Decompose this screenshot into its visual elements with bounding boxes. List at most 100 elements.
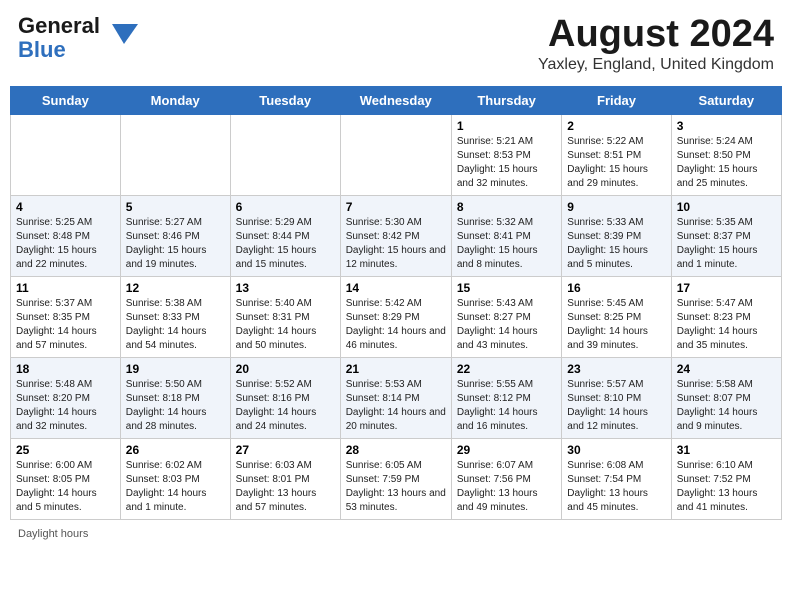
day-info: Sunrise: 6:10 AMSunset: 7:52 PMDaylight:… [677,459,776,515]
table-row: 26 Sunrise: 6:02 AMSunset: 8:03 PMDaylig… [120,438,230,519]
table-row [11,114,121,195]
day-number: 16 [567,281,665,295]
logo-blue-text: Blue [18,37,66,62]
col-monday: Monday [120,86,230,114]
day-info: Sunrise: 6:00 AMSunset: 8:05 PMDaylight:… [16,459,115,515]
table-row: 18 Sunrise: 5:48 AMSunset: 8:20 PMDaylig… [11,357,121,438]
day-info: Sunrise: 5:52 AMSunset: 8:16 PMDaylight:… [236,378,335,434]
table-row: 15 Sunrise: 5:43 AMSunset: 8:27 PMDaylig… [451,276,561,357]
calendar-week-row: 1 Sunrise: 5:21 AMSunset: 8:53 PMDayligh… [11,114,782,195]
day-info: Sunrise: 5:40 AMSunset: 8:31 PMDaylight:… [236,297,335,353]
calendar-week-row: 25 Sunrise: 6:00 AMSunset: 8:05 PMDaylig… [11,438,782,519]
daylight-label: Daylight hours [18,528,88,540]
page-container: General Blue August 2024 Yaxley, England… [10,10,782,540]
table-row: 10 Sunrise: 5:35 AMSunset: 8:37 PMDaylig… [671,195,781,276]
table-row: 7 Sunrise: 5:30 AMSunset: 8:42 PMDayligh… [340,195,451,276]
day-number: 9 [567,200,665,214]
logo: General Blue [18,14,138,62]
day-info: Sunrise: 5:38 AMSunset: 8:33 PMDaylight:… [126,297,225,353]
calendar-table: Sunday Monday Tuesday Wednesday Thursday… [10,86,782,520]
day-info: Sunrise: 5:24 AMSunset: 8:50 PMDaylight:… [677,135,776,191]
day-number: 20 [236,362,335,376]
day-number: 6 [236,200,335,214]
day-info: Sunrise: 5:53 AMSunset: 8:14 PMDaylight:… [346,378,446,434]
day-info: Sunrise: 5:58 AMSunset: 8:07 PMDaylight:… [677,378,776,434]
day-number: 30 [567,443,665,457]
day-number: 19 [126,362,225,376]
table-row: 8 Sunrise: 5:32 AMSunset: 8:41 PMDayligh… [451,195,561,276]
day-info: Sunrise: 6:03 AMSunset: 8:01 PMDaylight:… [236,459,335,515]
table-row: 4 Sunrise: 5:25 AMSunset: 8:48 PMDayligh… [11,195,121,276]
title-block: August 2024 Yaxley, England, United King… [538,14,774,74]
day-number: 3 [677,119,776,133]
table-row: 5 Sunrise: 5:27 AMSunset: 8:46 PMDayligh… [120,195,230,276]
day-number: 10 [677,200,776,214]
day-number: 29 [457,443,556,457]
day-info: Sunrise: 5:50 AMSunset: 8:18 PMDaylight:… [126,378,225,434]
day-info: Sunrise: 5:27 AMSunset: 8:46 PMDaylight:… [126,216,225,272]
col-thursday: Thursday [451,86,561,114]
col-friday: Friday [562,86,671,114]
table-row: 19 Sunrise: 5:50 AMSunset: 8:18 PMDaylig… [120,357,230,438]
day-info: Sunrise: 6:07 AMSunset: 7:56 PMDaylight:… [457,459,556,515]
col-saturday: Saturday [671,86,781,114]
table-row [120,114,230,195]
table-row: 9 Sunrise: 5:33 AMSunset: 8:39 PMDayligh… [562,195,671,276]
day-info: Sunrise: 5:37 AMSunset: 8:35 PMDaylight:… [16,297,115,353]
calendar-week-row: 11 Sunrise: 5:37 AMSunset: 8:35 PMDaylig… [11,276,782,357]
col-tuesday: Tuesday [230,86,340,114]
table-row: 22 Sunrise: 5:55 AMSunset: 8:12 PMDaylig… [451,357,561,438]
day-number: 24 [677,362,776,376]
calendar-header-row: Sunday Monday Tuesday Wednesday Thursday… [11,86,782,114]
day-number: 25 [16,443,115,457]
day-info: Sunrise: 5:33 AMSunset: 8:39 PMDaylight:… [567,216,665,272]
table-row: 20 Sunrise: 5:52 AMSunset: 8:16 PMDaylig… [230,357,340,438]
day-info: Sunrise: 5:21 AMSunset: 8:53 PMDaylight:… [457,135,556,191]
day-info: Sunrise: 5:32 AMSunset: 8:41 PMDaylight:… [457,216,556,272]
day-number: 21 [346,362,446,376]
table-row: 28 Sunrise: 6:05 AMSunset: 7:59 PMDaylig… [340,438,451,519]
day-info: Sunrise: 6:08 AMSunset: 7:54 PMDaylight:… [567,459,665,515]
table-row: 29 Sunrise: 6:07 AMSunset: 7:56 PMDaylig… [451,438,561,519]
day-number: 1 [457,119,556,133]
day-info: Sunrise: 5:29 AMSunset: 8:44 PMDaylight:… [236,216,335,272]
day-number: 7 [346,200,446,214]
day-number: 18 [16,362,115,376]
day-number: 17 [677,281,776,295]
table-row: 17 Sunrise: 5:47 AMSunset: 8:23 PMDaylig… [671,276,781,357]
col-wednesday: Wednesday [340,86,451,114]
day-number: 26 [126,443,225,457]
calendar-week-row: 18 Sunrise: 5:48 AMSunset: 8:20 PMDaylig… [11,357,782,438]
table-row: 13 Sunrise: 5:40 AMSunset: 8:31 PMDaylig… [230,276,340,357]
table-row: 31 Sunrise: 6:10 AMSunset: 7:52 PMDaylig… [671,438,781,519]
day-info: Sunrise: 5:22 AMSunset: 8:51 PMDaylight:… [567,135,665,191]
day-number: 31 [677,443,776,457]
table-row: 3 Sunrise: 5:24 AMSunset: 8:50 PMDayligh… [671,114,781,195]
location: Yaxley, England, United Kingdom [538,56,774,74]
day-number: 22 [457,362,556,376]
day-info: Sunrise: 6:05 AMSunset: 7:59 PMDaylight:… [346,459,446,515]
day-number: 12 [126,281,225,295]
logo-icon [102,16,138,52]
table-row: 11 Sunrise: 5:37 AMSunset: 8:35 PMDaylig… [11,276,121,357]
day-number: 5 [126,200,225,214]
table-row: 2 Sunrise: 5:22 AMSunset: 8:51 PMDayligh… [562,114,671,195]
day-number: 28 [346,443,446,457]
table-row: 27 Sunrise: 6:03 AMSunset: 8:01 PMDaylig… [230,438,340,519]
table-row [340,114,451,195]
day-info: Sunrise: 5:43 AMSunset: 8:27 PMDaylight:… [457,297,556,353]
table-row: 25 Sunrise: 6:00 AMSunset: 8:05 PMDaylig… [11,438,121,519]
day-number: 23 [567,362,665,376]
table-row: 1 Sunrise: 5:21 AMSunset: 8:53 PMDayligh… [451,114,561,195]
day-number: 15 [457,281,556,295]
day-info: Sunrise: 5:42 AMSunset: 8:29 PMDaylight:… [346,297,446,353]
table-row: 6 Sunrise: 5:29 AMSunset: 8:44 PMDayligh… [230,195,340,276]
day-number: 13 [236,281,335,295]
logo-text: General [18,13,100,38]
day-info: Sunrise: 5:57 AMSunset: 8:10 PMDaylight:… [567,378,665,434]
day-number: 14 [346,281,446,295]
table-row: 12 Sunrise: 5:38 AMSunset: 8:33 PMDaylig… [120,276,230,357]
table-row: 30 Sunrise: 6:08 AMSunset: 7:54 PMDaylig… [562,438,671,519]
day-info: Sunrise: 5:25 AMSunset: 8:48 PMDaylight:… [16,216,115,272]
day-info: Sunrise: 5:30 AMSunset: 8:42 PMDaylight:… [346,216,446,272]
